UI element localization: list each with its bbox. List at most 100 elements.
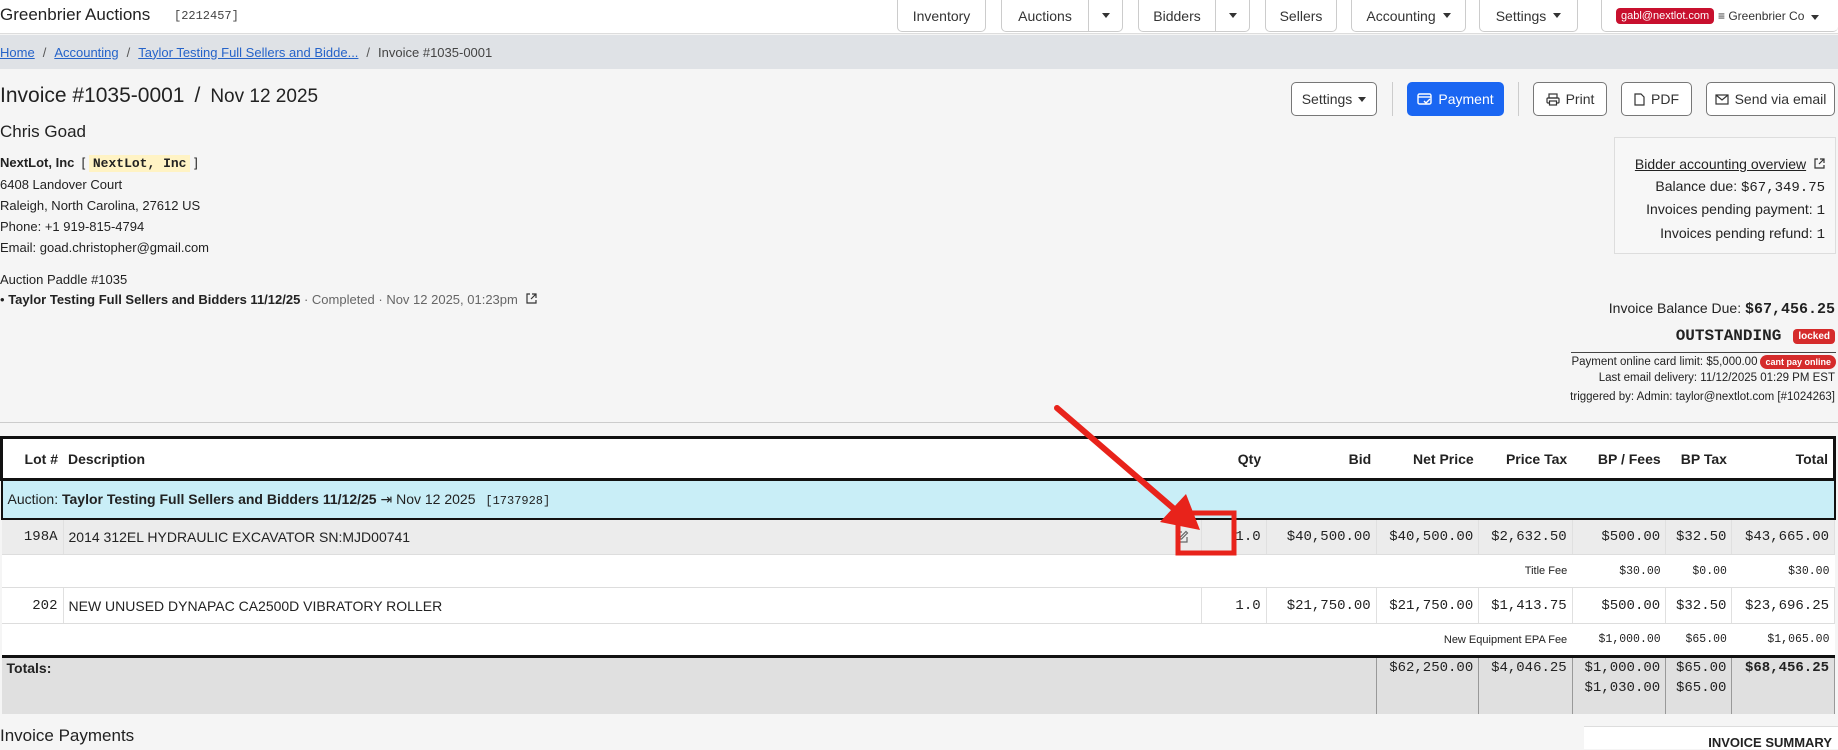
qty: 1.0 [1201,518,1267,555]
chevron-down-icon [1811,15,1820,20]
auction-group-name[interactable]: Taylor Testing Full Sellers and Bidders … [62,491,377,507]
nav-accounting[interactable]: Accounting [1351,0,1466,32]
pdf-button-label: PDF [1651,91,1679,107]
net-price: $40,500.00 [1376,518,1480,555]
envelope-icon [1714,93,1729,105]
auctions-dropdown-toggle[interactable] [1088,0,1122,31]
nav-sellers[interactable]: Sellers [1265,0,1337,32]
app-title[interactable]: Greenbrier Auctions [0,5,150,25]
totals-bp-fees-2: $1,030.00 [1584,680,1661,696]
balance-due-row: Balance due: $67,349.75 [1615,176,1825,200]
nav-bidders-label: Bidders [1153,7,1201,24]
table-row[interactable]: 198A 2014 312EL HYDRAULIC EXCAVATOR SN:M… [1,518,1835,555]
settings-button[interactable]: Settings [1291,82,1377,116]
totals-bp-tax: $65.00 $65.00 [1665,656,1733,714]
fee-label: Title Fee [1,554,1573,588]
send-email-button-label: Send via email [1734,91,1827,107]
pending-payment-row: Invoices pending payment: 1 [1615,199,1825,223]
file-icon [1634,92,1645,106]
col-qty: Qty [1201,436,1267,481]
user-email-badge[interactable]: gabl@nextlot.com [1616,8,1715,24]
nav-inventory-label: Inventory [912,7,971,24]
invoice-payments-heading: Invoice Payments [0,726,135,745]
nav-settings-label: Settings [1495,7,1547,24]
send-email-button[interactable]: Send via email [1706,82,1835,116]
description-cell: NEW UNUSED DYNAPAC CA2500D VIBRATORY ROL… [63,587,1202,624]
bid: $21,750.00 [1266,587,1377,624]
printer-icon [1545,92,1560,106]
breadcrumb-current: Invoice #1035-0001 [378,44,493,60]
chevron-down-icon [1553,13,1562,18]
print-button[interactable]: Print [1533,82,1607,116]
lot-number: 202 [1,587,64,624]
bidder-accounting-overview-link[interactable]: Bidder accounting overview [1635,156,1806,172]
totals-row: Totals: $62,250.00 $4,046.25 $1,000.00 $1… [1,656,1835,714]
invoice-number: Invoice #1035-0001 [0,84,185,107]
bid: $40,500.00 [1266,518,1377,555]
breadcrumb-home[interactable]: Home [0,45,35,60]
auction-group-id: [1737928] [485,493,551,508]
last-email-delivery: Last email delivery: 11/12/2025 01:29 PM… [1598,372,1835,384]
net-price: $21,750.00 [1376,587,1480,624]
breadcrumb-auction[interactable]: Taylor Testing Full Sellers and Bidde... [138,45,358,60]
fee-bp-tax: $0.00 [1665,554,1732,588]
table-row[interactable]: 202 NEW UNUSED DYNAPAC CA2500D VIBRATORY… [1,587,1835,624]
fee-total: $1,065.00 [1731,623,1835,657]
company-switcher[interactable]: ≡ Greenbrier Co [1718,9,1820,23]
external-link-icon[interactable] [1814,158,1825,169]
balance-due-value: $67,349.75 [1740,179,1825,196]
table-header-row: Lot # Description Qty Bid Net Price Pric… [0,436,1836,481]
section-divider [0,422,1838,423]
item-description: 2014 312EL HYDRAULIC EXCAVATOR SN:MJD007… [68,528,411,545]
bp-tax: $32.50 [1665,587,1733,624]
breadcrumb-separator: / [126,44,131,60]
payment-button[interactable]: Payment [1407,82,1504,116]
payment-button-label: Payment [1438,91,1494,107]
breadcrumb-accounting[interactable]: Accounting [54,45,118,60]
external-link-icon[interactable] [526,293,538,304]
totals-net: $62,250.00 [1376,656,1480,714]
top-bar: Greenbrier Auctions [2212457] Inventory … [0,0,1838,34]
balance-due-label: Balance due: [1655,177,1738,194]
nav-bidders[interactable]: Bidders [1138,0,1250,32]
chevron-down-icon [1358,96,1367,102]
chevron-down-icon [1228,13,1237,18]
price-tax: $1,413.75 [1478,587,1573,624]
edit-icon[interactable] [1175,530,1189,547]
nav-inventory[interactable]: Inventory [897,0,986,32]
item-description: NEW UNUSED DYNAPAC CA2500D VIBRATORY ROL… [68,597,443,614]
address-line-1: 6408 Landover Court [0,177,123,192]
col-description: Description [63,436,1202,481]
account-id: [2212457] [174,9,239,23]
pending-refund-label: Invoices pending refund: [1660,224,1813,241]
bp-tax: $32.50 [1665,518,1733,555]
pending-refund-row: Invoices pending refund: 1 [1615,223,1825,247]
bidders-dropdown-toggle[interactable] [1215,0,1249,31]
page-title: Invoice #1035-0001 / Nov 12 2025 [0,84,318,108]
nav-settings[interactable]: Settings [1479,0,1578,32]
auction-name[interactable]: Taylor Testing Full Sellers and Bidders … [8,292,300,307]
card-limit-line: Payment online card limit: $5,000.00 can… [1571,352,1836,369]
auction-group-date: ⇥ Nov 12 2025 [380,490,476,507]
pending-payment-label: Invoices pending payment: [1646,201,1813,217]
auction-group-cell: Auction: Taylor Testing Full Sellers and… [0,478,1836,520]
email: Email: goad.christopher@gmail.com [0,240,210,255]
totals-label: Totals: [1,656,1377,714]
lot-number: 198A [1,518,64,555]
customer-name: Chris Goad [0,122,86,141]
pdf-button[interactable]: PDF [1621,82,1692,116]
cant-pay-badge: cant pay online [1760,355,1836,369]
payment-icon [1417,92,1433,105]
auction-list-item: • Taylor Testing Full Sellers and Bidder… [0,292,538,307]
auction-group-row: Auction: Taylor Testing Full Sellers and… [0,478,1836,520]
invoice-balance: Invoice Balance Due: $67,456.25 [1609,300,1835,318]
bidder-overview-panel: Bidder accounting overview Balance due: … [1614,137,1836,254]
col-bp-fees: BP / Fees [1572,436,1666,481]
totals-total: $68,456.25 [1731,656,1835,714]
totals-bp-tax-2: $65.00 [1676,680,1727,696]
nav-accounting-label: Accounting [1366,7,1436,24]
auction-status: · Completed · Nov 12 2025, 01:23pm [303,292,518,307]
total: $23,696.25 [1731,587,1835,624]
nav-auctions[interactable]: Auctions [1001,0,1123,32]
totals-bp-tax-1: $65.00 [1676,660,1727,676]
